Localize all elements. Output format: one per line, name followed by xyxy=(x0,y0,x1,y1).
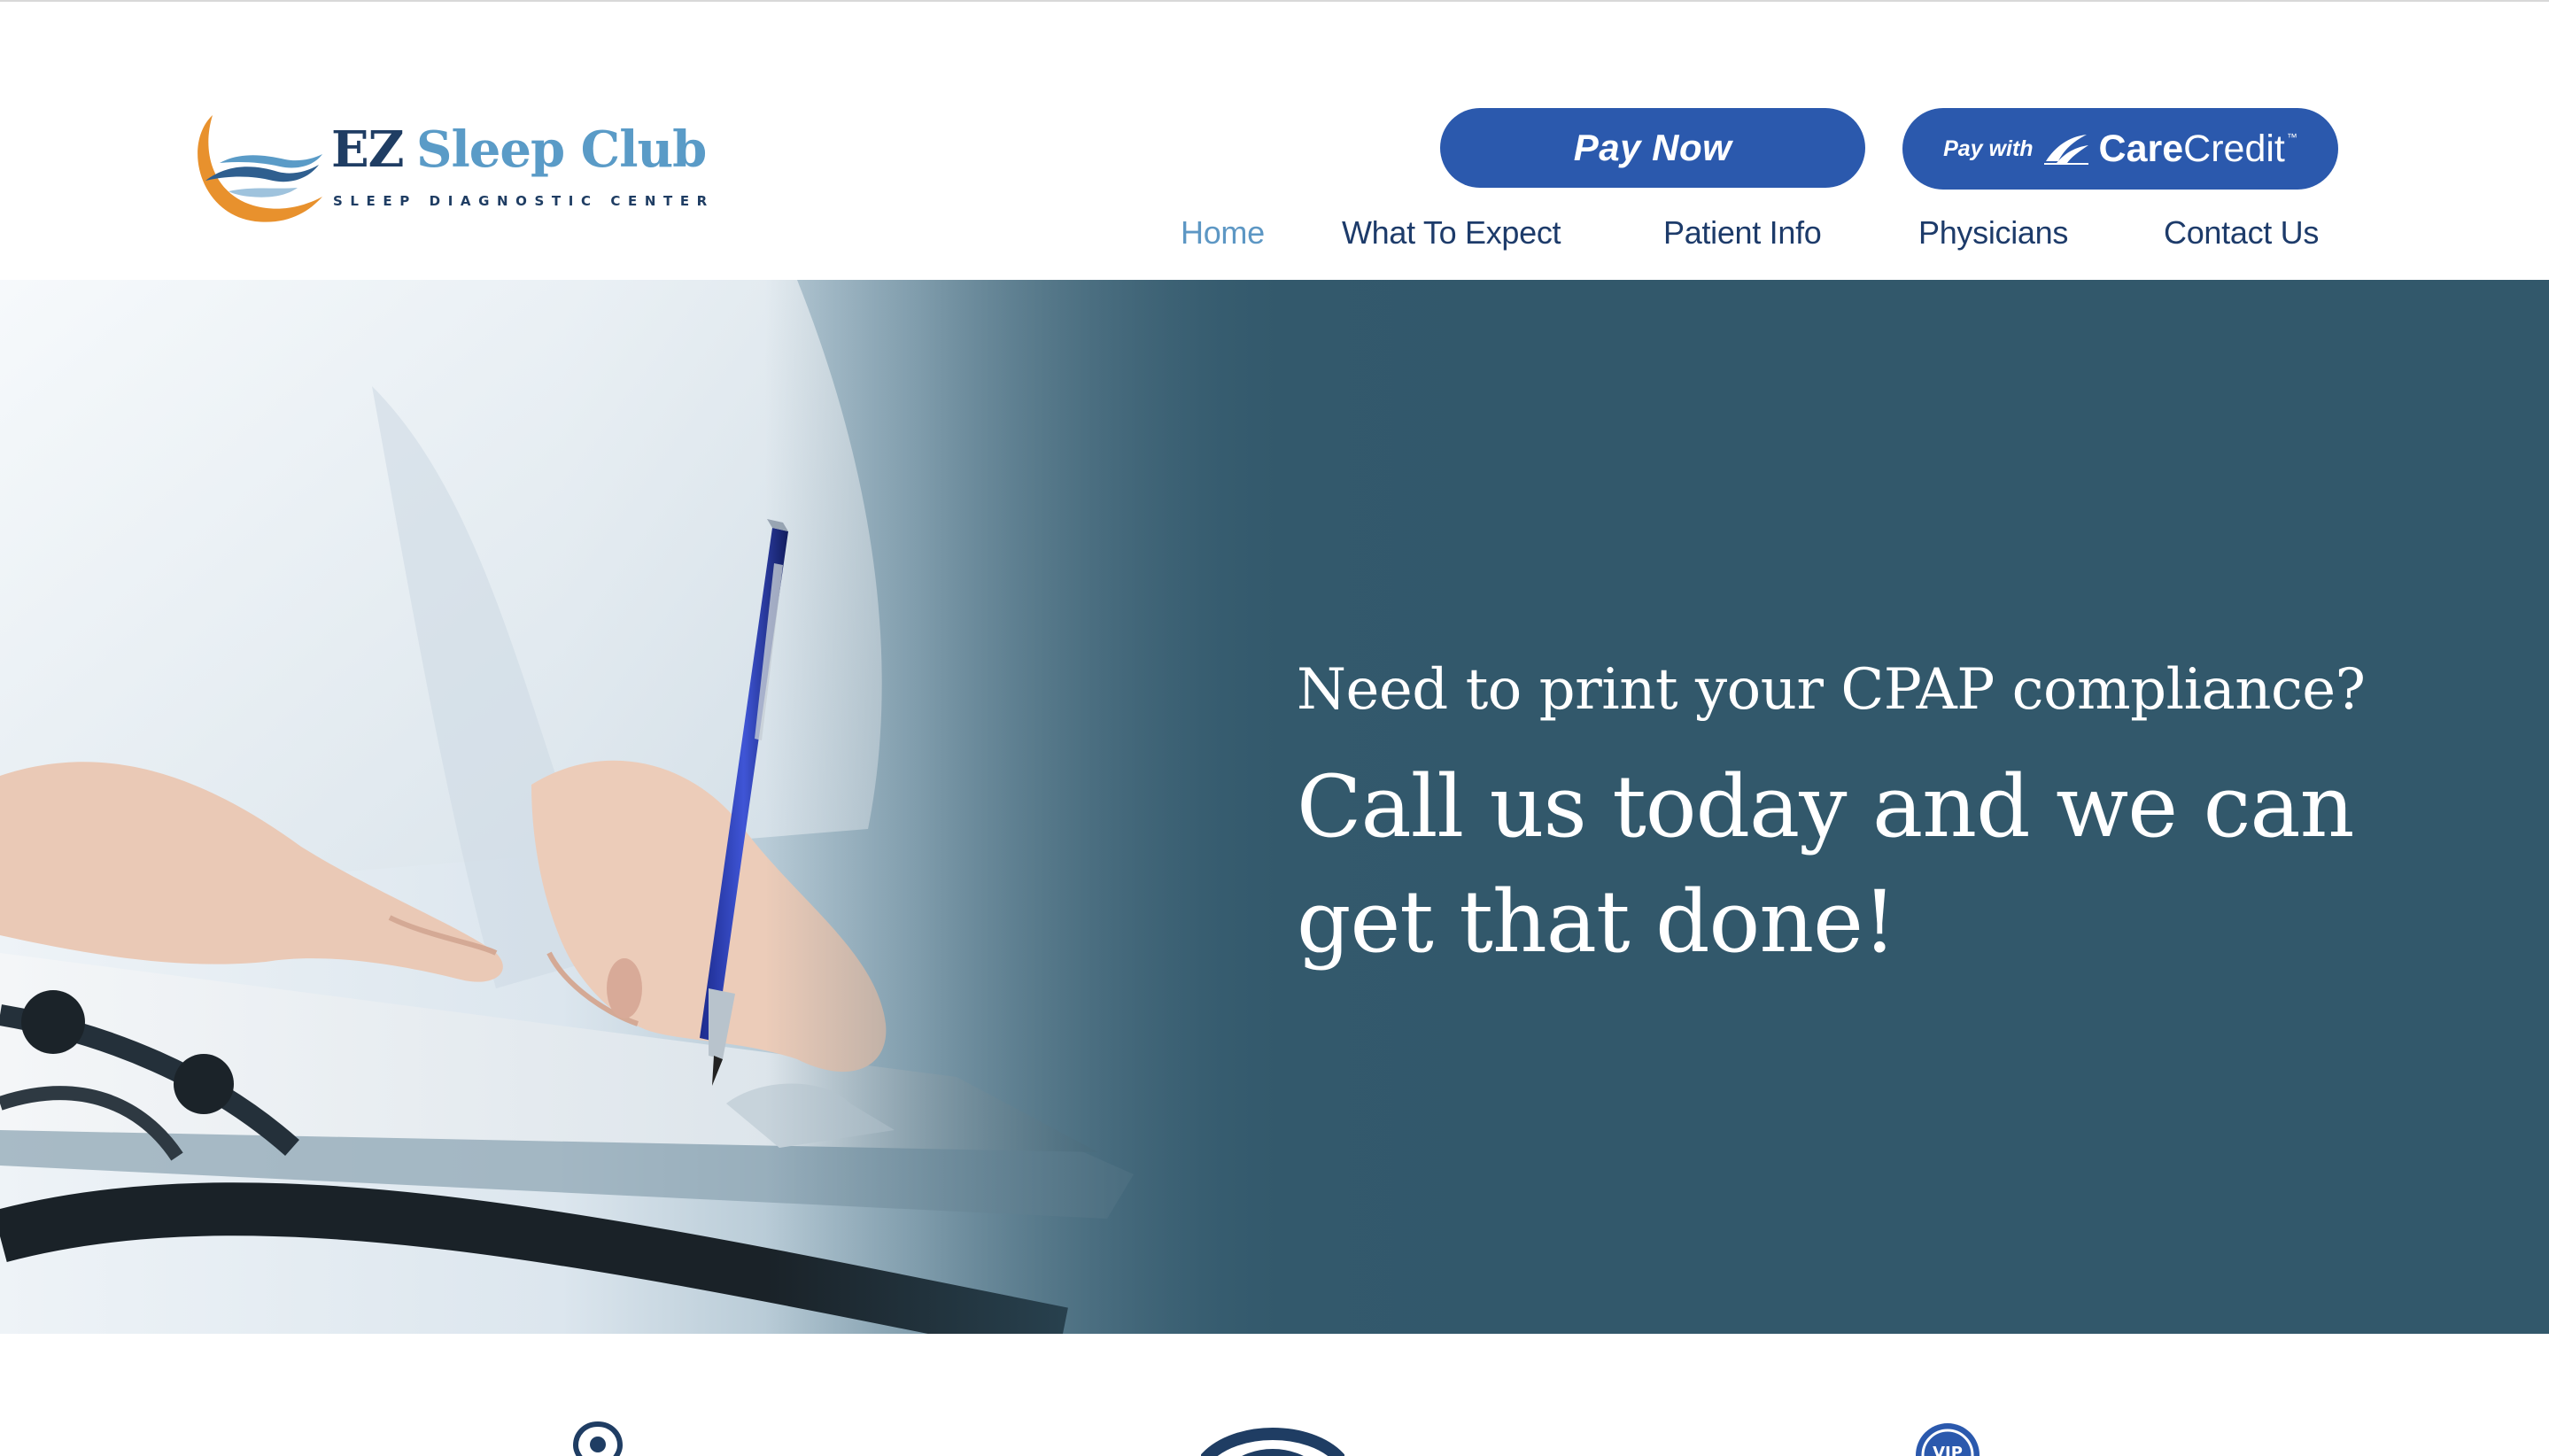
nav-home[interactable]: Home xyxy=(1181,214,1265,252)
nav-physicians[interactable]: Physicians xyxy=(1918,214,2068,252)
carecredit-prefix: Pay with xyxy=(1943,136,2034,161)
nav-what-to-expect[interactable]: What To Expect xyxy=(1342,214,1561,252)
carecredit-brand-bold: Care xyxy=(2098,127,2184,170)
logo-emblem-icon xyxy=(198,115,322,222)
logo-title-ez: EZ xyxy=(331,120,405,179)
pay-now-button[interactable]: Pay Now xyxy=(1440,108,1865,188)
wifi-signal-icon xyxy=(1201,1428,1344,1456)
hero-banner: Need to print your CPAP compliance? Call… xyxy=(0,280,2549,1334)
logo-subtitle: SLEEP DIAGNOSTIC CENTER xyxy=(333,193,715,209)
carecredit-brand-light: Credit xyxy=(2183,127,2285,170)
location-pin-icon xyxy=(572,1421,624,1456)
carecredit-logo: Care Credit ™ xyxy=(2099,128,2297,171)
site-logo[interactable]: EZ Sleep Club SLEEP DIAGNOSTIC CENTER xyxy=(193,108,707,228)
logo-title-name: Sleep Club xyxy=(416,120,707,179)
feature-icons-row: VIP xyxy=(0,1334,2549,1456)
svg-text:VIP: VIP xyxy=(1933,1444,1963,1456)
hero-subheading: Need to print your CPAP compliance? xyxy=(1297,657,2366,723)
vip-badge-icon: VIP xyxy=(1916,1423,1980,1456)
nav-contact-us[interactable]: Contact Us xyxy=(2164,214,2319,252)
carecredit-swoosh-icon xyxy=(2043,135,2088,165)
site-header: EZ Sleep Club SLEEP DIAGNOSTIC CENTER Pa… xyxy=(0,2,2549,280)
pay-with-carecredit-button[interactable]: Pay with Care Credit ™ xyxy=(1902,108,2338,190)
nav-patient-info[interactable]: Patient Info xyxy=(1663,214,1822,252)
carecredit-trademark: ™ xyxy=(2286,130,2297,143)
hero-heading: Call us today and we can get that done! xyxy=(1297,757,2354,972)
